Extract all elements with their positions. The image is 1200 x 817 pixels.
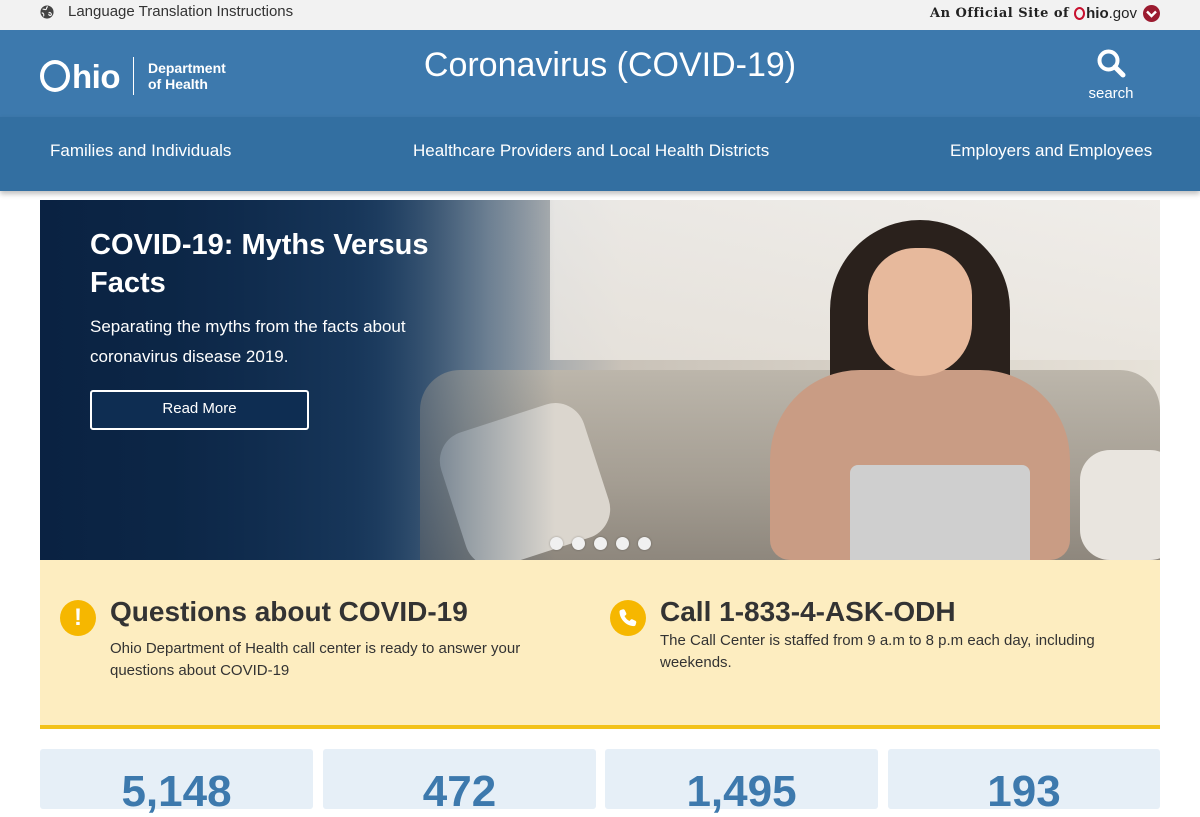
- stat-value: 193: [987, 767, 1061, 816]
- ohio-gov-logo: hio .gov: [1074, 5, 1137, 22]
- carousel-dot-4[interactable]: [616, 537, 629, 550]
- call-block: Call 1-833-4-ASK-ODH The Call Center is …: [660, 596, 1130, 674]
- carousel-dot-2[interactable]: [572, 537, 585, 550]
- stat-card: 1,495: [605, 749, 878, 816]
- globe-icon: [40, 4, 54, 19]
- ohio-gov-suffix: .gov: [1108, 5, 1137, 22]
- stat-card: 193: [888, 749, 1160, 816]
- stat-value: 1,495: [686, 767, 797, 816]
- hero-caption: COVID-19: Myths Versus Facts Separating …: [90, 226, 450, 372]
- carousel-indicators: [550, 537, 660, 550]
- questions-block: Questions about COVID-19 Ohio Department…: [110, 596, 560, 682]
- nav-item-employers[interactable]: Employers and Employees: [950, 141, 1152, 161]
- questions-text: Ohio Department of Health call center is…: [110, 640, 521, 679]
- call-heading: Call 1-833-4-ASK-ODH: [660, 596, 956, 627]
- nav-item-healthcare-providers[interactable]: Healthcare Providers and Local Health Di…: [413, 141, 769, 161]
- ohio-gov-word: hio: [1086, 5, 1109, 22]
- carousel-dot-1[interactable]: [550, 537, 563, 550]
- nav-item-families[interactable]: Families and Individuals: [50, 141, 231, 161]
- main-nav: Families and Individuals Healthcare Prov…: [0, 117, 1200, 191]
- phone-icon: [610, 600, 646, 636]
- stat-card: 5,148: [40, 749, 313, 816]
- carousel-dot-3[interactable]: [594, 537, 607, 550]
- search-label: search: [1088, 85, 1134, 102]
- stat-card: 472: [323, 749, 596, 816]
- language-link-label: Language Translation Instructions: [68, 3, 294, 20]
- official-site-label: An Official Site of: [929, 6, 1070, 21]
- hero-carousel: COVID-19: Myths Versus Facts Separating …: [40, 200, 1160, 560]
- page-title: Coronavirus (COVID-19): [423, 46, 797, 84]
- questions-heading: Questions about COVID-19: [110, 596, 468, 627]
- read-more-button[interactable]: Read More: [90, 390, 309, 430]
- official-site-toggle[interactable]: An Official Site of hio .gov: [930, 5, 1160, 22]
- help-banner: ! Questions about COVID-19 Ohio Departme…: [40, 560, 1160, 729]
- site-header: hio Department of Health Coronavirus (CO…: [0, 30, 1200, 117]
- exclamation-icon: !: [60, 600, 96, 636]
- stat-value: 5,148: [121, 767, 232, 816]
- ohio-gov-o-mark: [1074, 7, 1086, 20]
- search-icon: [1097, 49, 1126, 78]
- call-text: The Call Center is staffed from 9 a.m to…: [660, 632, 1095, 671]
- search-button[interactable]: search: [1086, 48, 1136, 102]
- stat-value: 472: [422, 767, 497, 816]
- chevron-down-icon[interactable]: [1143, 5, 1160, 22]
- carousel-dot-5[interactable]: [638, 537, 651, 550]
- hero-text: Separating the myths from the facts abou…: [90, 317, 406, 366]
- hero-title: COVID-19: Myths Versus Facts: [90, 229, 429, 299]
- utility-bar: Language Translation Instructions An Off…: [0, 0, 1200, 30]
- language-translation-link[interactable]: Language Translation Instructions: [40, 3, 293, 20]
